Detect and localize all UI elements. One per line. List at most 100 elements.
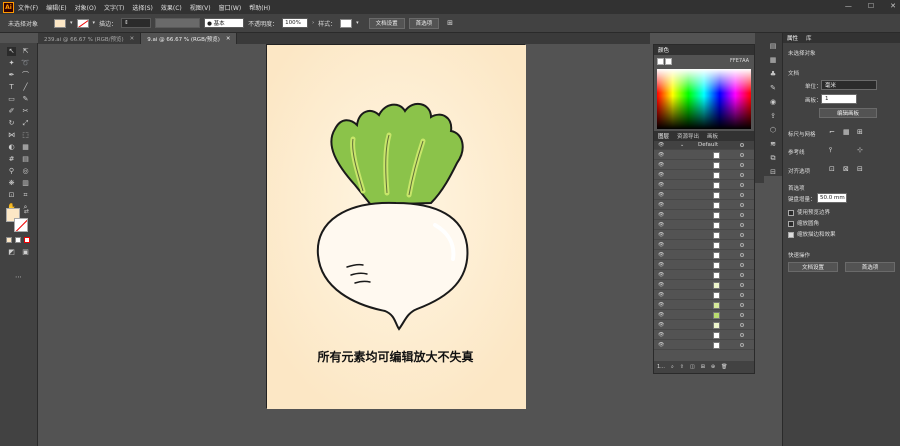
visibility-eye-icon[interactable]: 👁 <box>658 202 664 208</box>
target-circle-icon[interactable] <box>740 153 744 157</box>
document-setup-button[interactable]: 文档设置 <box>368 17 405 29</box>
menu-object[interactable]: 对象(O) <box>75 3 96 12</box>
target-circle-icon[interactable] <box>740 193 744 197</box>
transform-icon[interactable]: ⬡ <box>768 125 778 135</box>
target-circle-icon[interactable] <box>740 303 744 307</box>
visibility-eye-icon[interactable]: 👁 <box>658 262 664 268</box>
visibility-eye-icon[interactable]: 👁 <box>658 162 664 168</box>
selection-tool-icon[interactable]: ↖ <box>7 47 16 56</box>
none-mode-button[interactable] <box>24 237 30 243</box>
sublayer-row[interactable]: 👁 <box>654 321 754 330</box>
chevron-down-icon[interactable]: ▾ <box>70 20 73 26</box>
target-circle-icon[interactable] <box>740 333 744 337</box>
shape-builder-icon[interactable]: ◐ <box>7 143 16 152</box>
lasso-icon[interactable]: ➰ <box>21 59 30 68</box>
target-circle-icon[interactable] <box>740 243 744 247</box>
sublayer-row[interactable]: 👁 <box>654 171 754 180</box>
target-circle-icon[interactable] <box>740 233 744 237</box>
blend-tool-icon[interactable]: ◎ <box>21 167 30 176</box>
target-circle-icon[interactable] <box>740 313 744 317</box>
chevron-down-icon[interactable]: ▾ <box>93 20 96 26</box>
sublayer-row[interactable]: 👁 <box>654 181 754 190</box>
tab-color[interactable]: 颜色 <box>658 46 669 54</box>
sublayer-row[interactable]: 👁 <box>654 151 754 160</box>
perspective-grid-icon[interactable]: ▦ <box>21 143 30 152</box>
visibility-eye-icon[interactable]: 👁 <box>658 312 664 318</box>
visibility-eye-icon[interactable]: 👁 <box>658 272 664 278</box>
expand-arrow-icon[interactable]: ⌄ <box>680 142 684 148</box>
target-circle-icon[interactable] <box>740 203 744 207</box>
gradient-tool-icon[interactable]: ▤ <box>21 155 30 164</box>
tab-document-9[interactable]: 9.ai @ 66.67 % (RGB/预览) ✕ <box>141 33 238 44</box>
variable-width-field[interactable] <box>155 18 201 28</box>
preferences-button[interactable]: 首选项 <box>408 17 440 29</box>
target-circle-icon[interactable] <box>740 273 744 277</box>
visibility-eye-icon[interactable]: 👁 <box>658 152 664 158</box>
color-mode-button[interactable] <box>6 237 12 243</box>
column-graph-icon[interactable]: ▥ <box>21 179 30 188</box>
menu-help[interactable]: 帮助(H) <box>249 3 270 12</box>
target-circle-icon[interactable] <box>740 163 744 167</box>
opacity-field[interactable]: 100% <box>282 18 309 28</box>
sublayer-row[interactable]: 👁 <box>654 261 754 270</box>
visibility-eye-icon[interactable]: 👁 <box>658 142 664 148</box>
target-circle-icon[interactable] <box>740 173 744 177</box>
sublayer-row[interactable]: 👁 <box>654 231 754 240</box>
free-transform-icon[interactable]: ⬚ <box>21 131 30 140</box>
quick-preferences-button[interactable]: 首选项 <box>845 262 895 272</box>
keyboard-increment-field[interactable]: 50.0 mm <box>817 193 847 203</box>
tab-asset-export[interactable]: 资源导出 <box>677 132 699 140</box>
visibility-eye-icon[interactable]: 👁 <box>658 322 664 328</box>
snap-point-icon[interactable]: ⊡ <box>829 165 835 173</box>
menu-edit[interactable]: 编辑(E) <box>46 3 66 12</box>
gradient-mode-button[interactable] <box>15 237 21 243</box>
symbols-icon[interactable]: ♣ <box>768 69 778 79</box>
target-circle-icon[interactable] <box>740 263 744 267</box>
new-layer-icon[interactable]: ⊕ <box>711 364 715 370</box>
visibility-eye-icon[interactable]: 👁 <box>658 212 664 218</box>
stroke-swatch[interactable] <box>76 18 89 28</box>
close-icon[interactable]: ✕ <box>130 36 135 42</box>
sublayer-row[interactable]: 👁 <box>654 241 754 250</box>
mesh-tool-icon[interactable]: # <box>7 155 16 164</box>
sublayer-row[interactable]: 👁 <box>654 191 754 200</box>
chevron-down-icon[interactable]: ▾ <box>356 20 359 26</box>
export-icon[interactable]: ⇪ <box>680 364 684 370</box>
target-circle-icon[interactable] <box>740 183 744 187</box>
visibility-eye-icon[interactable]: 👁 <box>658 302 664 308</box>
screen-mode-icon[interactable]: ▣ <box>21 248 30 257</box>
layer-name[interactable]: Default <box>698 142 718 148</box>
sublayer-row[interactable]: 👁 <box>654 251 754 260</box>
target-circle-icon[interactable] <box>740 323 744 327</box>
use-preview-bounds-checkbox[interactable]: 使用预览边界 <box>788 208 830 216</box>
sublayer-row[interactable]: 👁 <box>654 301 754 310</box>
close-icon[interactable]: ✕ <box>226 36 231 42</box>
menu-window[interactable]: 窗口(W) <box>219 3 242 12</box>
trash-icon[interactable]: 🗑 <box>721 364 727 370</box>
brush-select[interactable]: ● 基本 <box>204 18 245 28</box>
visibility-eye-icon[interactable]: 👁 <box>658 292 664 298</box>
sublayer-row[interactable]: 👁 <box>654 291 754 300</box>
arrange-icon[interactable]: ⊞ <box>447 19 453 27</box>
swatches-icon[interactable]: ▦ <box>768 55 778 65</box>
scale-tool-icon[interactable]: ⤢ <box>21 119 30 128</box>
sublayer-row[interactable]: 👁 <box>654 161 754 170</box>
units-select[interactable]: 毫米 <box>821 80 877 90</box>
swap-colors-icon[interactable]: ⇄ <box>24 208 29 215</box>
libraries-icon[interactable]: ▤ <box>768 41 778 51</box>
menu-select[interactable]: 选择(S) <box>132 3 153 12</box>
sublayer-row[interactable]: 👁 <box>654 331 754 340</box>
snap-glyph-icon[interactable]: ⊟ <box>857 165 863 173</box>
appearance-icon[interactable]: ◉ <box>768 97 778 107</box>
type-tool-icon[interactable]: T <box>7 83 16 92</box>
layer-row-default[interactable]: 👁 ⌄ Default <box>654 141 754 150</box>
target-circle-icon[interactable] <box>740 343 744 347</box>
show-guides-icon[interactable]: ⫯ <box>829 146 832 155</box>
smart-guides-icon[interactable]: ⊹ <box>857 146 863 154</box>
locate-object-icon[interactable]: ⌕ <box>671 364 674 370</box>
menu-view[interactable]: 视图(V) <box>190 3 211 12</box>
sublayer-row[interactable]: 👁 <box>654 341 754 350</box>
quick-document-setup-button[interactable]: 文档设置 <box>788 262 838 272</box>
maximize-button[interactable]: ☐ <box>868 2 874 10</box>
menu-type[interactable]: 文字(T) <box>104 3 124 12</box>
